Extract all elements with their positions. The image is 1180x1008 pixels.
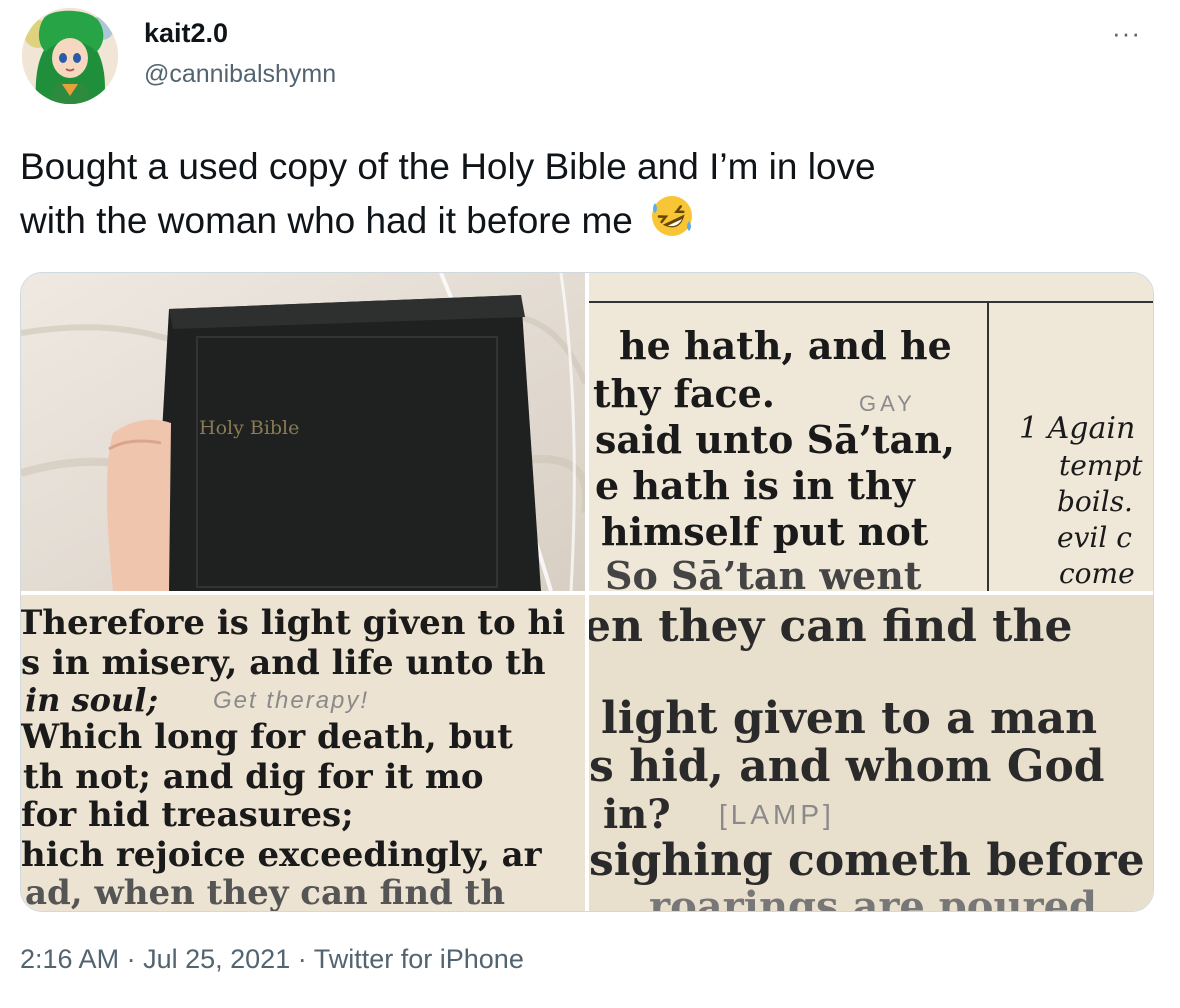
text-line: So Sā’tan went [605,553,922,591]
text-line: in soul; [25,681,159,719]
text-line: light given to a man [601,693,1098,744]
tweet-text: Bought a used copy of the Holy Bible and… [20,140,1140,253]
photo-page-therapy[interactable]: Therefore is light given to hi s in mise… [21,595,585,911]
tweet-date[interactable]: Jul 25, 2021 [143,944,290,974]
text-line: s hid, and whom God [589,741,1105,792]
text-line: Which long for death, but [21,717,513,757]
text-line: hich rejoice exceedingly, ar [21,835,542,875]
text-line: roarings are poured [649,883,1098,911]
media-grid[interactable]: Holy Bible he hath, and he thy face. sai… [20,272,1154,912]
page-rule [589,301,1153,303]
author-handle[interactable]: @cannibalshymn [144,60,336,89]
rolling-on-floor-laughing-icon [649,193,695,253]
tweet-text-line2: with the woman who had it before me [20,200,633,241]
avatar-image [22,8,118,104]
side-text-line: evil c [1057,521,1132,554]
photo-bible-cover[interactable]: Holy Bible [21,273,585,591]
text-line: s in misery, and life unto th [21,643,546,683]
handwritten-note: Get therapy! [213,687,370,714]
tweet-source-link[interactable]: Twitter for iPhone [314,944,524,974]
bible-cover-illustration [21,273,585,591]
text-line: e hath is in thy [595,463,915,508]
tweet-time[interactable]: 2:16 AM [20,944,119,974]
text-line: thy face. [593,371,776,416]
media-divider-horizontal [21,591,1153,595]
text-line: en they can find the [589,601,1073,652]
tweet-meta: 2:16 AM · Jul 25, 2021 · Twitter for iPh… [20,944,524,975]
text-line: himself put not [601,509,929,554]
separator: · [297,944,307,974]
author-name[interactable]: kait2.0 [144,18,228,49]
side-text-line: 1 Again [1019,411,1136,446]
separator: · [126,944,136,974]
side-text-line: come [1059,557,1135,590]
text-line: in? [603,791,671,838]
avatar[interactable] [22,8,118,104]
side-text-line: boils. [1057,485,1133,518]
book-title: Holy Bible [199,417,300,439]
column-divider [987,301,989,591]
text-line: for hid treasures; [21,795,354,835]
text-line: he hath, and he [619,323,952,368]
handwritten-note: [LAMP] [719,799,835,830]
side-text-line: tempt [1059,449,1143,482]
handwritten-note: GAY [859,391,916,416]
text-line: th not; and dig for it mo [23,757,484,797]
text-line: said unto Sā’tan, [595,417,955,462]
photo-page-satan[interactable]: he hath, and he thy face. said unto Sā’t… [589,273,1153,591]
text-line: Therefore is light given to hi [21,603,566,643]
tweet-text-line2-wrap: with the woman who had it before me [20,193,1140,253]
photo-page-lamp[interactable]: en they can find the light given to a ma… [589,595,1153,911]
tweet-text-line1: Bought a used copy of the Holy Bible and… [20,146,876,187]
more-options-icon[interactable]: ··· [1112,18,1141,49]
text-line: ad, when they can find th [25,873,506,911]
text-line: sighing cometh before [589,835,1145,886]
